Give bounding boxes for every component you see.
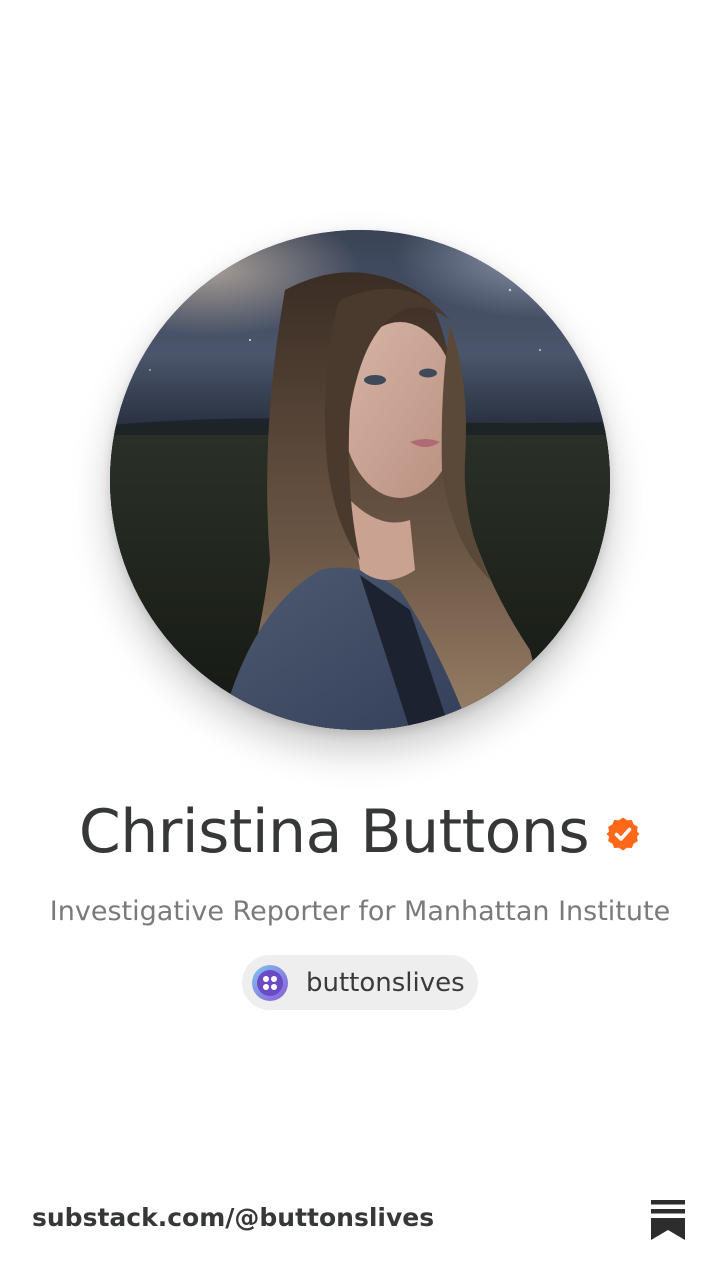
profile-name: Christina Buttons <box>78 797 590 867</box>
avatar-photo <box>110 230 610 730</box>
handle-link[interactable]: buttonslives <box>242 955 478 1010</box>
profile-bio: Investigative Reporter for Manhattan Ins… <box>49 896 671 927</box>
verified-badge-icon <box>606 817 640 851</box>
substack-logo-icon <box>651 1200 685 1240</box>
handle-text: buttonslives <box>306 967 465 998</box>
handle-avatar-icon <box>252 964 288 1001</box>
avatar <box>110 230 610 730</box>
footer-url[interactable]: substack.com/@buttonslives <box>32 1203 434 1232</box>
name-row: Christina Buttons <box>0 790 720 874</box>
profile-page: Christina Buttons Investigative Reporter… <box>0 0 720 1280</box>
